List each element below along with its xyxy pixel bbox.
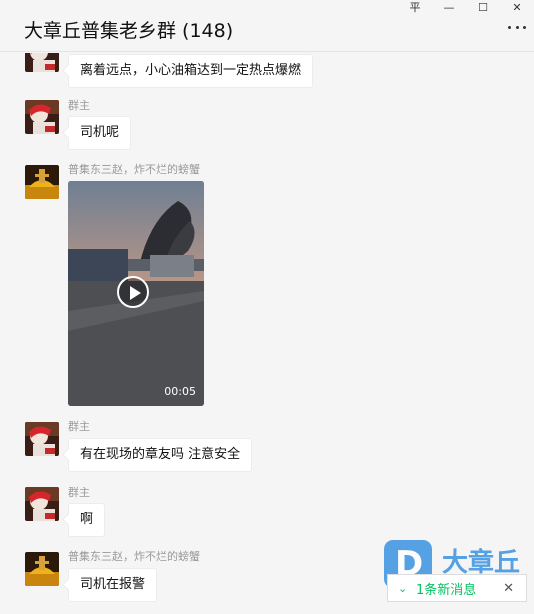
message-bubble[interactable]: 司机呢 (68, 116, 132, 150)
avatar[interactable] (25, 487, 59, 521)
sender-name: 群主 (68, 420, 90, 433)
message-bubble[interactable]: 啊 (68, 503, 106, 537)
new-message-label[interactable]: 1条新消息 (416, 579, 476, 598)
maximize-icon[interactable]: ☐ (466, 0, 500, 14)
sender-name: 普集东三赵，炸不烂的螃蟹 (68, 550, 200, 563)
avatar[interactable] (25, 165, 59, 199)
chevron-down-icon: ⌄ (398, 581, 408, 595)
window-header: 大章丘普集老乡群 (148) 平 — ☐ ✕ (0, 0, 534, 52)
more-options-icon[interactable] (508, 23, 526, 31)
message-bubble[interactable]: 离着远点，小心油箱达到一定热点爆燃 (68, 54, 314, 88)
minimize-icon[interactable]: — (432, 0, 466, 14)
sender-name: 普集东三赵，炸不烂的螃蟹 (68, 163, 200, 176)
chat-message-list[interactable]: 离着远点，小心油箱达到一定热点爆燃 群主 司机呢 普集东三赵，炸不烂的螃蟹 00… (0, 53, 534, 614)
play-icon[interactable] (117, 276, 149, 308)
avatar[interactable] (25, 100, 59, 134)
sender-name: 群主 (68, 99, 90, 112)
avatar[interactable] (25, 53, 59, 72)
video-duration: 00:05 (164, 385, 196, 398)
window-controls: 平 — ☐ ✕ (398, 0, 534, 14)
chat-title: 大章丘普集老乡群 (148) (24, 20, 234, 42)
new-message-notice[interactable]: ⌄ 1条新消息 ✕ (387, 574, 527, 602)
avatar[interactable] (25, 422, 59, 456)
close-icon[interactable]: ✕ (500, 0, 534, 14)
message-bubble[interactable]: 有在现场的章友吗 注意安全 (68, 438, 253, 472)
video-message[interactable]: 00:05 (68, 181, 204, 406)
pin-icon[interactable]: 平 (398, 0, 432, 14)
sender-name: 群主 (68, 486, 90, 499)
close-icon[interactable]: ✕ (503, 581, 514, 596)
message-bubble[interactable]: 司机在报警 (68, 568, 158, 602)
avatar[interactable] (25, 552, 59, 586)
